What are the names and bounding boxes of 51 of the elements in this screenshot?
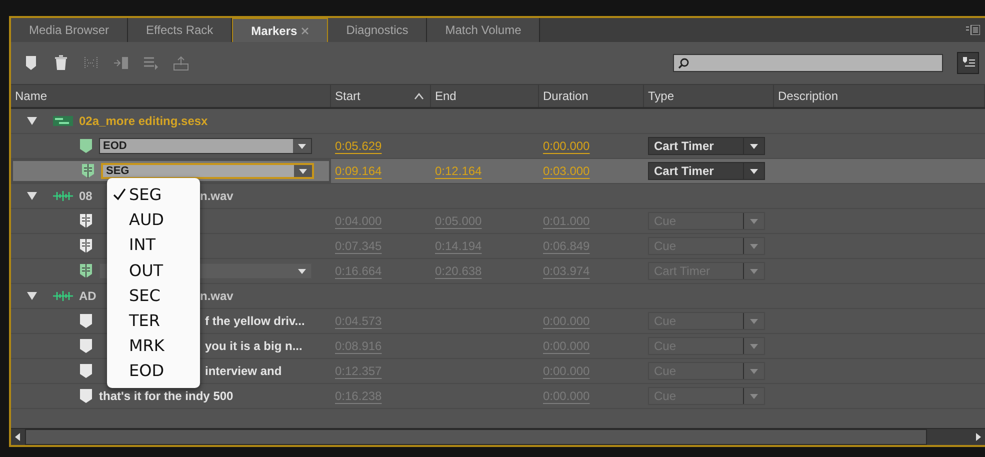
marker-name: that's it for the indy 500 xyxy=(99,389,234,403)
column-header: Type xyxy=(648,89,676,103)
waveform-icon xyxy=(53,190,73,202)
search-icon xyxy=(678,58,689,68)
column-header: Duration xyxy=(543,89,590,103)
type-dropdown[interactable]: Cart Timer xyxy=(648,162,765,180)
marker-name: f the yellow driv... xyxy=(205,314,305,328)
horizontal-scrollbar[interactable] xyxy=(11,428,985,445)
panel-tab[interactable]: Match Volume xyxy=(427,18,540,42)
file-name: n.wav xyxy=(200,189,234,203)
file-name: 08 xyxy=(79,189,92,203)
trash-icon[interactable] xyxy=(53,55,69,71)
column-header: Start xyxy=(335,89,362,103)
file-name: AD xyxy=(79,289,96,303)
marker-icon[interactable] xyxy=(23,55,39,71)
type-dropdown[interactable]: Cart Timer xyxy=(648,137,765,155)
panel-tab[interactable]: Markers xyxy=(232,18,328,42)
panel-tab[interactable]: Media Browser xyxy=(11,18,128,42)
file-name: 02a_more editing.sesx xyxy=(79,114,208,128)
column-header: Description xyxy=(778,89,840,103)
expand-triangle-icon[interactable] xyxy=(27,192,37,200)
menu-item[interactable]: OUT xyxy=(107,258,200,283)
panel-tab[interactable]: Diagnostics xyxy=(328,18,428,42)
panel-tab[interactable]: Effects Rack xyxy=(128,18,232,42)
menu-item[interactable]: SEC xyxy=(107,282,200,308)
marker-name-field[interactable]: EOD xyxy=(99,138,312,154)
time-value: 0:09.164 xyxy=(335,164,382,178)
menu-item[interactable]: SEG xyxy=(107,182,200,208)
marker-name-field[interactable]: SEG xyxy=(101,163,314,179)
marker-name: interview and xyxy=(205,364,282,378)
dropdown-caret-icon[interactable] xyxy=(293,139,311,153)
menu-item[interactable]: AUD xyxy=(107,207,200,232)
menu-item[interactable]: INT xyxy=(107,232,200,258)
expand-triangle-icon[interactable] xyxy=(27,117,37,125)
time-value: 0:05.629 xyxy=(335,139,382,153)
menu-item[interactable]: EOD xyxy=(107,358,200,384)
time-value: 0:00.000 xyxy=(543,139,590,153)
menu-item[interactable]: TER xyxy=(107,308,200,334)
menu-item[interactable]: MRK xyxy=(107,333,200,358)
waveform-icon xyxy=(53,290,73,302)
expand-triangle-icon[interactable] xyxy=(27,292,37,300)
file-name: n.wav xyxy=(200,289,234,303)
dropdown-caret-icon[interactable] xyxy=(294,165,312,177)
marker-name: you it is a big n... xyxy=(205,339,302,353)
multitrack-icon xyxy=(53,115,73,127)
column-header: Name xyxy=(15,89,48,103)
time-value: 0:12.164 xyxy=(435,164,482,178)
column-header: End xyxy=(435,89,458,103)
search-field[interactable] xyxy=(673,54,943,72)
time-value: 0:03.000 xyxy=(543,164,590,178)
filter-icon[interactable] xyxy=(957,52,979,74)
